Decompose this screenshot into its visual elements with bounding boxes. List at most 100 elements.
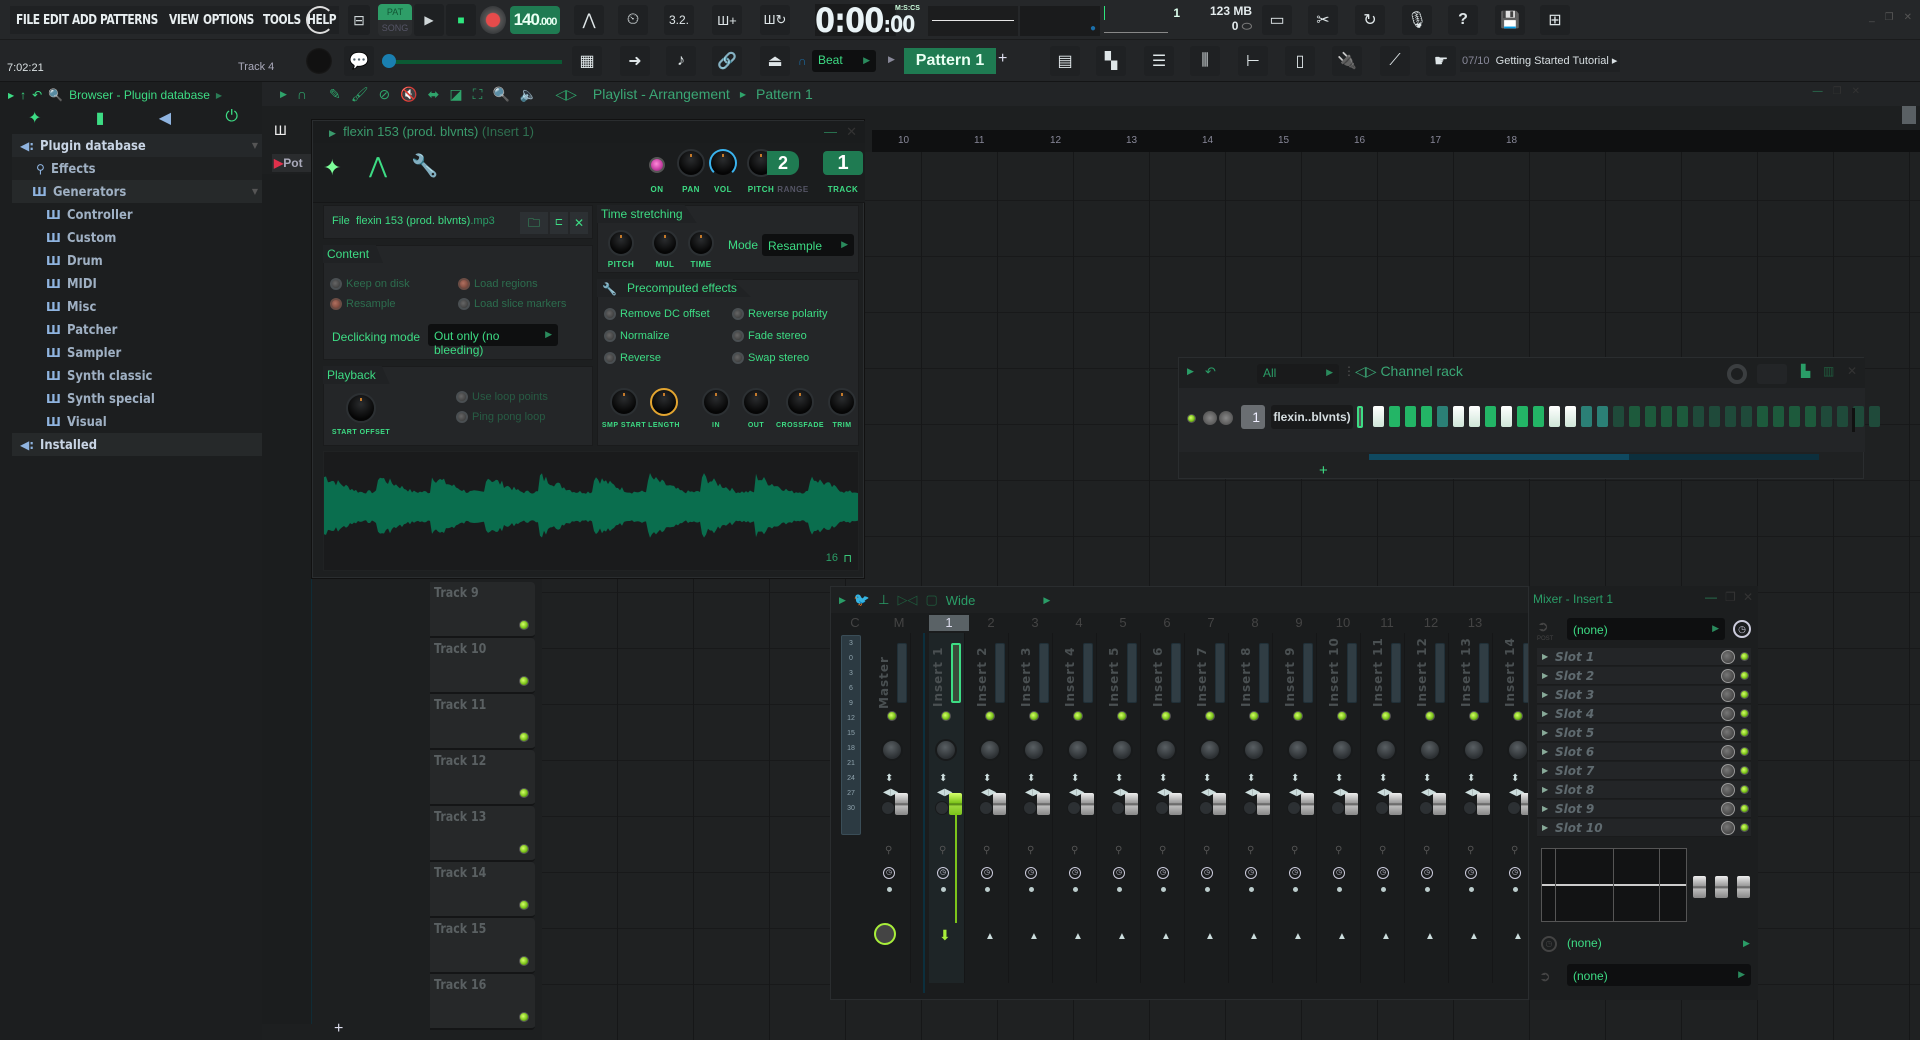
step-button[interactable] <box>1629 406 1640 427</box>
strip-enable-led[interactable] <box>1161 711 1171 721</box>
close-icon[interactable]: ✕ <box>1852 86 1860 97</box>
strip-volume-fader[interactable] <box>1389 793 1402 815</box>
mixer-insert-strip[interactable]: Insert 3 ⬍ ◀▶ ⚲ ◷ ▲ <box>1017 633 1053 983</box>
expand-arrow-icon[interactable]: ▶ <box>1542 743 1548 761</box>
hint-bubble-button[interactable]: 💬 <box>344 46 374 76</box>
slot-mix-knob[interactable] <box>1721 688 1735 702</box>
strip-volume-fader[interactable] <box>1081 793 1094 815</box>
step-button[interactable] <box>1693 406 1704 427</box>
slot-mix-knob[interactable] <box>1721 821 1735 835</box>
minimize-icon[interactable]: — <box>824 121 837 143</box>
ping-pong-option[interactable]: Ping pong loop <box>456 411 545 424</box>
undo-icon[interactable]: ↶ <box>1205 364 1216 380</box>
window-layout-button[interactable]: ▭ <box>1262 5 1292 35</box>
strip-volume-fader[interactable] <box>1125 793 1138 815</box>
close-icon[interactable]: ✕ <box>1847 364 1857 378</box>
strip-pan-knob[interactable] <box>1463 739 1485 761</box>
mixer-insert-strip[interactable]: Insert 10 ⬍ ◀▶ ⚲ ◷ ▲ <box>1325 633 1361 983</box>
insert-number[interactable]: 5 <box>1109 615 1137 631</box>
stretch-mode-select[interactable]: Resample ▶ <box>762 234 854 256</box>
track-mute-led[interactable] <box>519 956 529 966</box>
strip-knob[interactable] <box>1067 801 1081 815</box>
effect-slot[interactable]: ▶ Slot 10 <box>1537 819 1751 837</box>
route-icon[interactable]: ⚲ <box>983 845 990 856</box>
mixer-insert-strip[interactable]: Insert 9 ⬍ ◀▶ ⚲ ◷ ▲ <box>1281 633 1317 983</box>
menu-options[interactable]: OPTIONS <box>203 13 254 28</box>
waveform-grid-value[interactable]: 16 <box>826 552 838 564</box>
step-count-field[interactable] <box>1757 364 1787 384</box>
add-pattern-button[interactable]: + <box>998 50 1007 68</box>
strip-enable-led[interactable] <box>887 711 897 721</box>
keyboard-editor-icon[interactable]: ▥ <box>1823 364 1834 378</box>
pat-song-toggle[interactable]: PAT SONG <box>378 4 412 36</box>
mixer-insert-strip[interactable]: Insert 2 ⬍ ◀▶ ⚲ ◷ ▲ <box>973 633 1009 983</box>
expand-arrow-icon[interactable]: ▶ <box>1542 800 1548 818</box>
tree-effects[interactable]: ⚲ Effects <box>12 157 262 180</box>
open-file-button[interactable]: 🗀 <box>520 212 548 234</box>
minimize-icon[interactable]: — <box>1813 86 1823 97</box>
document-filter-icon[interactable]: ▮ <box>96 108 105 128</box>
step-sequencer-button[interactable]: ▚ <box>1096 46 1126 76</box>
slot-mix-knob[interactable] <box>1721 764 1735 778</box>
slot-mix-knob[interactable] <box>1721 707 1735 721</box>
pat-mode[interactable]: PAT <box>378 4 412 20</box>
step-button[interactable] <box>1645 406 1656 427</box>
send-arrow-icon[interactable]: ⬇ <box>939 927 951 944</box>
strip-enable-led[interactable] <box>1249 711 1259 721</box>
route-icon[interactable]: ⚲ <box>1467 845 1474 856</box>
slot-mix-knob[interactable] <box>1721 726 1735 740</box>
precomputed-option[interactable]: Remove DC offset <box>604 308 710 321</box>
tree-item-sampler[interactable]: Ш Sampler <box>12 341 262 364</box>
step-button[interactable] <box>1613 406 1624 427</box>
precomputed-knob-length[interactable] <box>650 388 678 416</box>
channel-filter-select[interactable]: All ▶ <box>1257 364 1339 384</box>
strip-latency-icon[interactable]: ◷ <box>981 867 993 879</box>
strip-knob[interactable] <box>881 801 895 815</box>
waveform-filter-icon[interactable]: ✦ <box>28 108 41 128</box>
plugin-database-button[interactable]: 🔌 <box>1332 46 1362 76</box>
precomputed-knob-trim[interactable] <box>828 388 856 416</box>
effect-slot[interactable]: ▶ Slot 6 <box>1537 743 1751 761</box>
step-button[interactable] <box>1533 406 1544 427</box>
drag-handle[interactable]: ⋮ <box>1343 364 1355 378</box>
chevron-right-icon[interactable]: ▶ <box>1043 595 1050 606</box>
strip-knob[interactable] <box>1375 801 1389 815</box>
route-icon[interactable]: ⚲ <box>939 845 946 856</box>
stereo-separation-icon[interactable]: ⬍ <box>1027 773 1035 784</box>
tree-installed[interactable]: ◀: Installed <box>12 433 262 456</box>
eq-display[interactable] <box>1541 848 1687 922</box>
expand-arrow-icon[interactable]: ▶ <box>1187 366 1194 377</box>
strip-volume-fader[interactable] <box>895 793 908 815</box>
step-button[interactable] <box>1549 406 1560 427</box>
close-icon[interactable]: ✕ <box>1904 12 1912 23</box>
slip-icon[interactable]: ⬌ <box>428 86 440 103</box>
mixer-master-strip[interactable]: Master ⬍ ◀▶ ⚲ ◷ <box>874 633 911 983</box>
route-icon[interactable]: ⚲ <box>1291 845 1298 856</box>
track-mute-led[interactable] <box>519 1012 529 1022</box>
step-button[interactable] <box>1581 406 1592 427</box>
strip-pan-knob[interactable] <box>881 739 903 761</box>
channel-rack-button[interactable]: ☰ <box>1144 46 1174 76</box>
slot-enable-led[interactable] <box>1740 671 1749 680</box>
track-header[interactable]: Track 13 <box>430 806 535 862</box>
channel-mute-led[interactable] <box>1187 414 1196 423</box>
strip-knob[interactable] <box>1243 801 1257 815</box>
pattern-tab[interactable]: ▶Pot <box>272 154 312 172</box>
expand-arrow-icon[interactable]: ▶ <box>1542 648 1548 666</box>
tree-item-misc[interactable]: Ш Misc <box>12 295 262 318</box>
precomputed-option[interactable]: Fade stereo <box>732 330 807 343</box>
load-regions-option[interactable]: Load regions <box>458 278 538 291</box>
send-arrow-icon[interactable]: ▲ <box>1161 931 1171 942</box>
waveform-display[interactable]: 16 ⊓ <box>323 451 859 571</box>
send-arrow-icon[interactable]: ▲ <box>1117 931 1127 942</box>
strip-volume-fader[interactable] <box>1433 793 1446 815</box>
route-icon[interactable]: ⚲ <box>1159 845 1166 856</box>
slot-mix-knob[interactable] <box>1721 745 1735 759</box>
route-icon[interactable]: ⚲ <box>885 845 892 856</box>
stereo-separation-icon[interactable]: ⬍ <box>1159 773 1167 784</box>
expand-arrow-icon[interactable]: ▶ <box>8 91 14 100</box>
mixer-insert-strip[interactable]: Insert 11 ⬍ ◀▶ ⚲ ◷ ▲ <box>1369 633 1405 983</box>
send-arrow-icon[interactable]: ▲ <box>1249 931 1259 942</box>
track-header[interactable]: Track 11 <box>430 694 535 750</box>
precomputed-knob-crossfade[interactable] <box>786 388 814 416</box>
